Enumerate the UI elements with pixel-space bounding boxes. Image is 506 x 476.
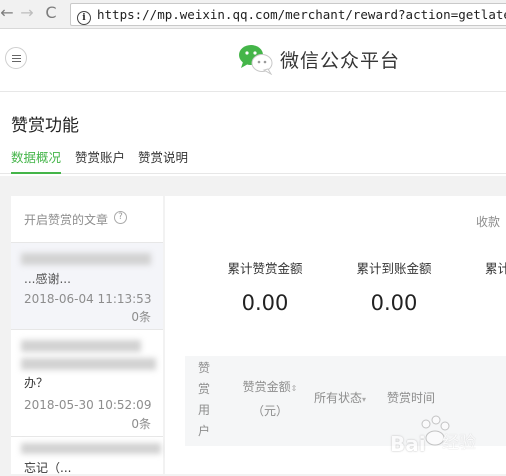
total-received-stat: 累计到账金额 0.00 (334, 258, 454, 315)
watermark: Bai 经验 (380, 410, 506, 460)
blurred-title (21, 340, 141, 352)
stat-label: 累计 (485, 261, 506, 276)
blurred-title (21, 358, 156, 370)
total-third-stat: 累计 (485, 258, 506, 277)
tab-reward-account[interactable]: 赞赏账户 (75, 148, 125, 172)
reward-count: 0条 (131, 310, 151, 324)
blurred-title (21, 443, 161, 454)
article-date: 2018-06-04 11:13:53 (24, 292, 152, 306)
column-user-char: 赞 (197, 361, 210, 375)
status-filter[interactable]: 所有状态 (314, 391, 362, 405)
tab-reward-info[interactable]: 赞赏说明 (138, 148, 188, 172)
article-list-panel: 开启赞赏的文章 ? ...感谢... 2018-06-04 11:13:53 0… (11, 196, 163, 475)
url-text: https://mp.weixin.qq.com/merchant/reward… (97, 7, 506, 22)
stat-value: 0.00 (241, 291, 289, 315)
column-amount-label: 赞赏金额 (242, 380, 291, 394)
article-list-header: 开启赞赏的文章 ? (11, 196, 163, 243)
stat-label: 累计到账金额 (356, 261, 432, 276)
column-user: 赞 赏 用 户 (195, 358, 213, 442)
forward-icon[interactable]: → (16, 2, 38, 24)
reward-count: 0条 (131, 417, 151, 431)
article-item[interactable]: 忘记（... (11, 437, 163, 475)
stat-value: 0.00 (370, 291, 418, 315)
help-icon[interactable]: ? (114, 211, 127, 224)
total-reward-stat: 累计赞赏金额 0.00 (205, 258, 325, 315)
dropdown-icon[interactable]: ▾ (362, 395, 366, 404)
column-user-char: 用 (197, 403, 210, 417)
wechat-logo[interactable]: 微信公众平台 (238, 43, 399, 77)
menu-button[interactable] (5, 47, 27, 69)
browser-toolbar: ← → C i https://mp.weixin.qq.com/merchant… (0, 0, 506, 29)
column-time: 赞赏时间 (386, 391, 435, 405)
blurred-title (21, 253, 151, 265)
reload-icon[interactable]: C (40, 2, 62, 24)
article-item[interactable]: ...感谢... 2018-06-04 11:13:53 0条 (11, 243, 163, 330)
column-status[interactable]: 所有状态▾ (310, 387, 370, 411)
income-detail-link[interactable]: 收款 (476, 213, 500, 230)
sort-icon[interactable]: ⇕ (291, 384, 298, 393)
info-icon[interactable]: i (77, 11, 91, 25)
article-list-title: 开启赞赏的文章 (24, 213, 109, 227)
tab-data-overview[interactable]: 数据概况 (11, 148, 62, 174)
column-user-char: 户 (197, 424, 210, 438)
column-amount[interactable]: 赞赏金额⇕ （元） (235, 376, 305, 422)
site-header: 微信公众平台 (0, 29, 506, 92)
column-user-char: 赏 (197, 382, 210, 396)
article-title: 办？ (24, 376, 49, 390)
article-item[interactable]: 办？ 2018-05-30 10:52:09 0条 (11, 330, 163, 437)
page-panel: 赞赏功能 数据概况 赞赏账户 赞赏说明 (0, 92, 506, 176)
article-title: ...感谢... (24, 272, 71, 286)
wechat-icon (239, 45, 273, 76)
article-date: 2018-05-30 10:52:09 (24, 398, 152, 412)
tab-bar: 数据概况 赞赏账户 赞赏说明 (0, 145, 506, 174)
stat-label: 累计赞赏金额 (227, 261, 303, 276)
page-title: 赞赏功能 (11, 116, 79, 136)
article-title: 忘记（... (24, 461, 72, 475)
brand-title: 微信公众平台 (280, 50, 401, 72)
watermark-text: Bai (390, 432, 426, 456)
column-amount-unit: （元） (251, 404, 288, 418)
address-bar[interactable]: i https://mp.weixin.qq.com/merchant/rewar… (70, 3, 506, 26)
watermark-sub: 经验 (442, 433, 476, 453)
